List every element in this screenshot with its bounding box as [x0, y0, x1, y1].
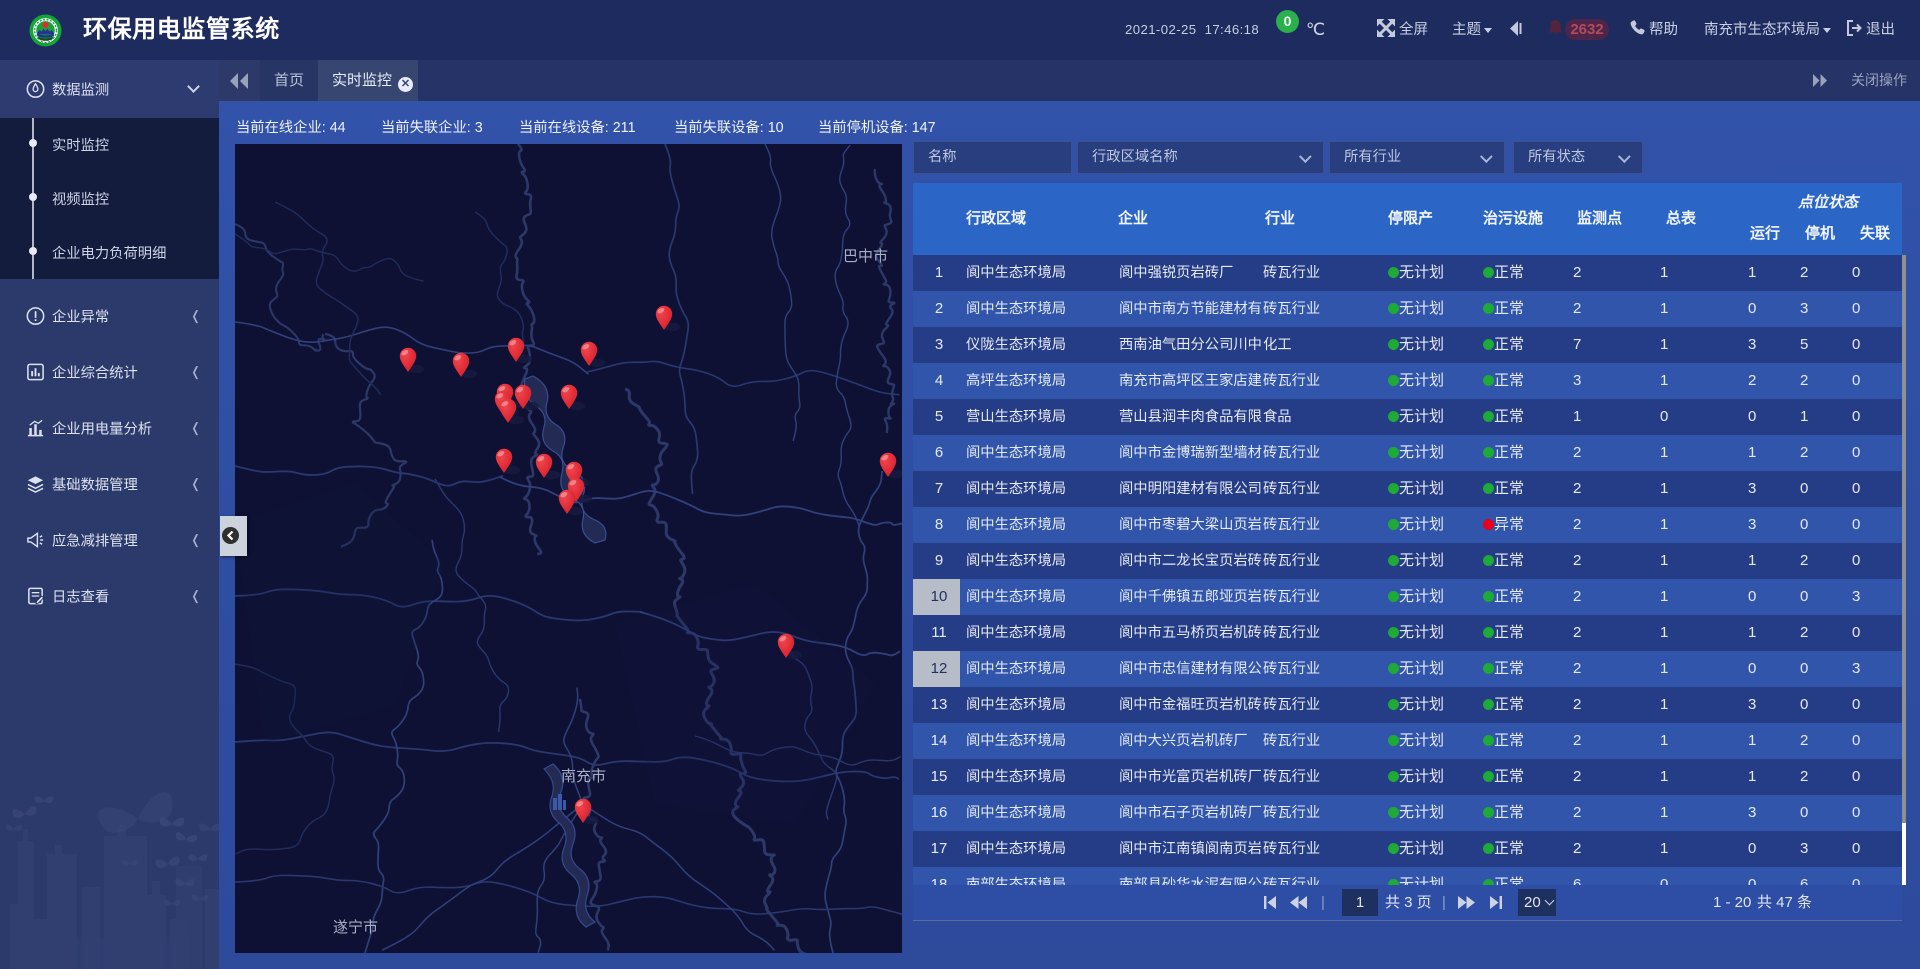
- svg-text:南充市: 南充市: [561, 768, 606, 785]
- svg-text:遂宁市: 遂宁市: [333, 919, 378, 936]
- svg-text:巴中市: 巴中市: [843, 248, 888, 265]
